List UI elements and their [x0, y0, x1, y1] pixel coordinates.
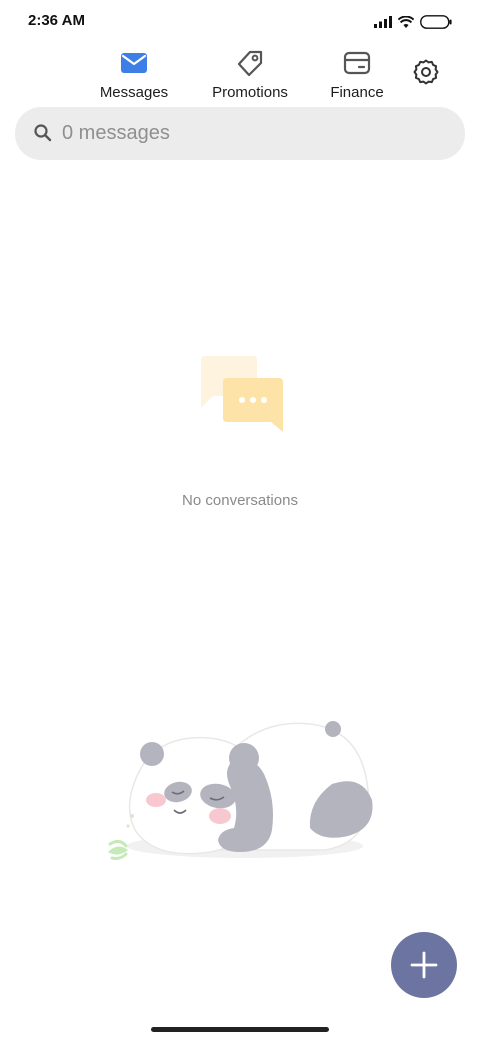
search-bar[interactable]: 0 messages	[15, 107, 465, 160]
card-icon	[343, 51, 371, 75]
tab-finance-label: Finance	[330, 84, 384, 101]
tab-promotions-label: Promotions	[212, 84, 288, 101]
signal-icon	[374, 16, 392, 28]
top-nav: Messages Promotions Finance	[0, 44, 480, 104]
tag-icon	[237, 50, 263, 77]
tab-messages[interactable]: Messages	[79, 44, 189, 104]
search-placeholder: 0 messages	[62, 122, 170, 144]
status-bar: 2:36 AM	[0, 0, 480, 44]
new-message-fab[interactable]	[391, 932, 457, 998]
search-icon	[34, 124, 52, 142]
home-indicator[interactable]	[151, 1027, 329, 1032]
tab-messages-label: Messages	[99, 84, 169, 101]
status-icons	[374, 12, 452, 32]
tab-promotions[interactable]: Promotions	[195, 44, 305, 104]
plus-icon	[410, 951, 438, 979]
battery-icon	[420, 15, 452, 29]
chat-bubbles-icon	[201, 356, 283, 432]
tab-finance[interactable]: Finance	[302, 44, 412, 104]
envelope-icon	[121, 53, 147, 73]
gear-icon[interactable]	[411, 57, 441, 87]
sleeping-panda-illustration	[108, 721, 373, 860]
empty-state-text: No conversations	[182, 492, 298, 509]
wifi-icon	[398, 15, 414, 28]
status-time: 2:36 AM	[28, 12, 85, 29]
